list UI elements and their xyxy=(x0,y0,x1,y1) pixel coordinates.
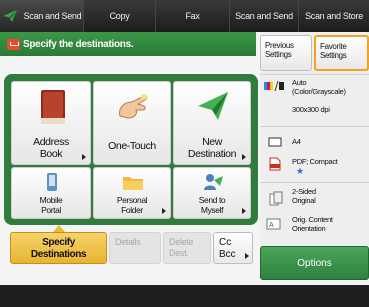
folder-icon xyxy=(123,177,143,190)
mobile-portal-button[interactable]: Mobile Portal xyxy=(11,167,91,219)
personal-folder-label-1: Personal xyxy=(116,195,148,205)
address-book-label-1: Address xyxy=(33,136,69,148)
status-bar xyxy=(0,285,369,307)
personal-folder-label-2: Folder xyxy=(121,205,143,215)
delete-label-2: Dest. xyxy=(169,248,189,258)
pdf-file-icon xyxy=(269,157,281,171)
tab-fax[interactable]: Fax xyxy=(156,0,230,32)
address-book-button[interactable]: Address Book xyxy=(11,81,91,165)
settings-column: Previous Settings Favorite Settings Auto… xyxy=(260,32,369,272)
tab-label: Copy xyxy=(109,11,130,21)
one-touch-label: One-Touch xyxy=(108,140,156,152)
tab-label: Scan and Store xyxy=(305,11,363,21)
cc-label: Cc xyxy=(219,237,232,248)
destination-icon xyxy=(7,38,20,50)
paper-plane-icon xyxy=(198,92,228,120)
star-icon: ★ xyxy=(296,166,305,176)
delete-label-1: Delete xyxy=(169,237,194,247)
tab-scan-and-store[interactable]: Scan and Store xyxy=(299,0,369,32)
send-to-myself-icon xyxy=(204,174,223,190)
new-destination-button[interactable]: New Destination xyxy=(173,81,251,165)
mobile-portal-label-2: Portal xyxy=(41,205,61,215)
address-book-icon xyxy=(41,90,65,124)
mobile-phone-icon xyxy=(47,173,57,191)
send-to-myself-label-1: Send to xyxy=(198,195,226,205)
hand-pointer-icon xyxy=(119,94,148,119)
chevron-right-icon xyxy=(82,154,86,160)
format-label: PDF; Compact xyxy=(292,157,338,166)
specify-label-1: Specify xyxy=(42,237,75,248)
orientation-label-2: Orientation xyxy=(292,224,326,233)
mobile-portal-label-1: Mobile xyxy=(39,195,63,205)
options-button[interactable]: Options xyxy=(260,246,369,280)
sided-label-2: Original xyxy=(292,196,316,205)
resolution-label: 300x300 dpi xyxy=(292,105,330,114)
size-label: A4 xyxy=(292,137,301,146)
new-destination-label-1: New xyxy=(202,136,222,148)
paper-plane-icon xyxy=(2,10,17,22)
orientation-label-1: Orig. Content xyxy=(292,215,333,224)
selected-indicator xyxy=(53,225,65,232)
previous-label-2: Settings xyxy=(265,50,292,59)
specify-destinations-button[interactable]: Specify Destinations xyxy=(10,232,107,264)
address-book-label-2: Book xyxy=(39,148,63,160)
instruction-header: Specify the destinations. xyxy=(0,32,256,56)
color-resolution-setting[interactable]: Auto (Color/Grayscale) 300x300 dpi xyxy=(260,74,369,126)
options-label: Options xyxy=(297,257,332,269)
favorite-label-2: Settings xyxy=(320,51,347,60)
tab-label: Fax xyxy=(185,11,200,21)
tab-scan-and-send-active[interactable]: Scan and Send xyxy=(0,0,84,32)
sided-label-1: 2-Sided xyxy=(292,187,316,196)
delete-dest-button[interactable]: Delete Dest. xyxy=(163,232,211,264)
specify-label-2: Destinations xyxy=(30,249,87,260)
original-setting[interactable]: 2-Sided Original A Orig. Content Orienta… xyxy=(260,182,369,240)
send-to-myself-label-2: Myself xyxy=(200,205,224,215)
color-label-1: Auto xyxy=(292,78,307,87)
color-label-2: (Color/Grayscale) xyxy=(292,87,346,96)
tab-label: Scan and Send xyxy=(235,11,293,21)
new-destination-label-2: Destination xyxy=(187,148,237,160)
two-sided-icon xyxy=(269,191,283,206)
svg-text:A: A xyxy=(269,222,274,229)
chevron-right-icon xyxy=(162,208,166,214)
tab-scan-and-send[interactable]: Scan and Send xyxy=(230,0,299,32)
orientation-icon: A xyxy=(266,218,281,230)
chevron-right-icon xyxy=(245,253,249,259)
previous-settings-button[interactable]: Previous Settings xyxy=(260,35,312,71)
one-touch-button[interactable]: One-Touch xyxy=(93,81,171,165)
tab-copy[interactable]: Copy xyxy=(84,0,156,32)
send-to-myself-button[interactable]: Send to Myself xyxy=(173,167,251,219)
personal-folder-button[interactable]: Personal Folder xyxy=(93,167,171,219)
paper-size-icon xyxy=(268,137,282,147)
chevron-right-icon xyxy=(242,154,246,160)
tab-label: Scan and Send xyxy=(23,11,82,21)
chevron-right-icon xyxy=(242,208,246,214)
color-mode-icon xyxy=(264,80,284,92)
destination-panel: Address Book One-Touch New Destination M… xyxy=(4,74,258,225)
size-format-setting[interactable]: A4 PDF; Compact ★ xyxy=(260,126,369,182)
function-tab-bar: Scan and Send Copy Fax Scan and Send Sca… xyxy=(0,0,369,32)
page-title: Specify the destinations. xyxy=(23,38,134,50)
details-label: Details xyxy=(115,237,141,247)
details-button[interactable]: Details xyxy=(109,232,161,264)
previous-label-1: Previous xyxy=(265,41,294,50)
cc-bcc-button[interactable]: Cc Bcc xyxy=(213,232,253,264)
favorite-label-1: Favorite xyxy=(320,42,347,51)
favorite-settings-button[interactable]: Favorite Settings xyxy=(314,35,369,71)
